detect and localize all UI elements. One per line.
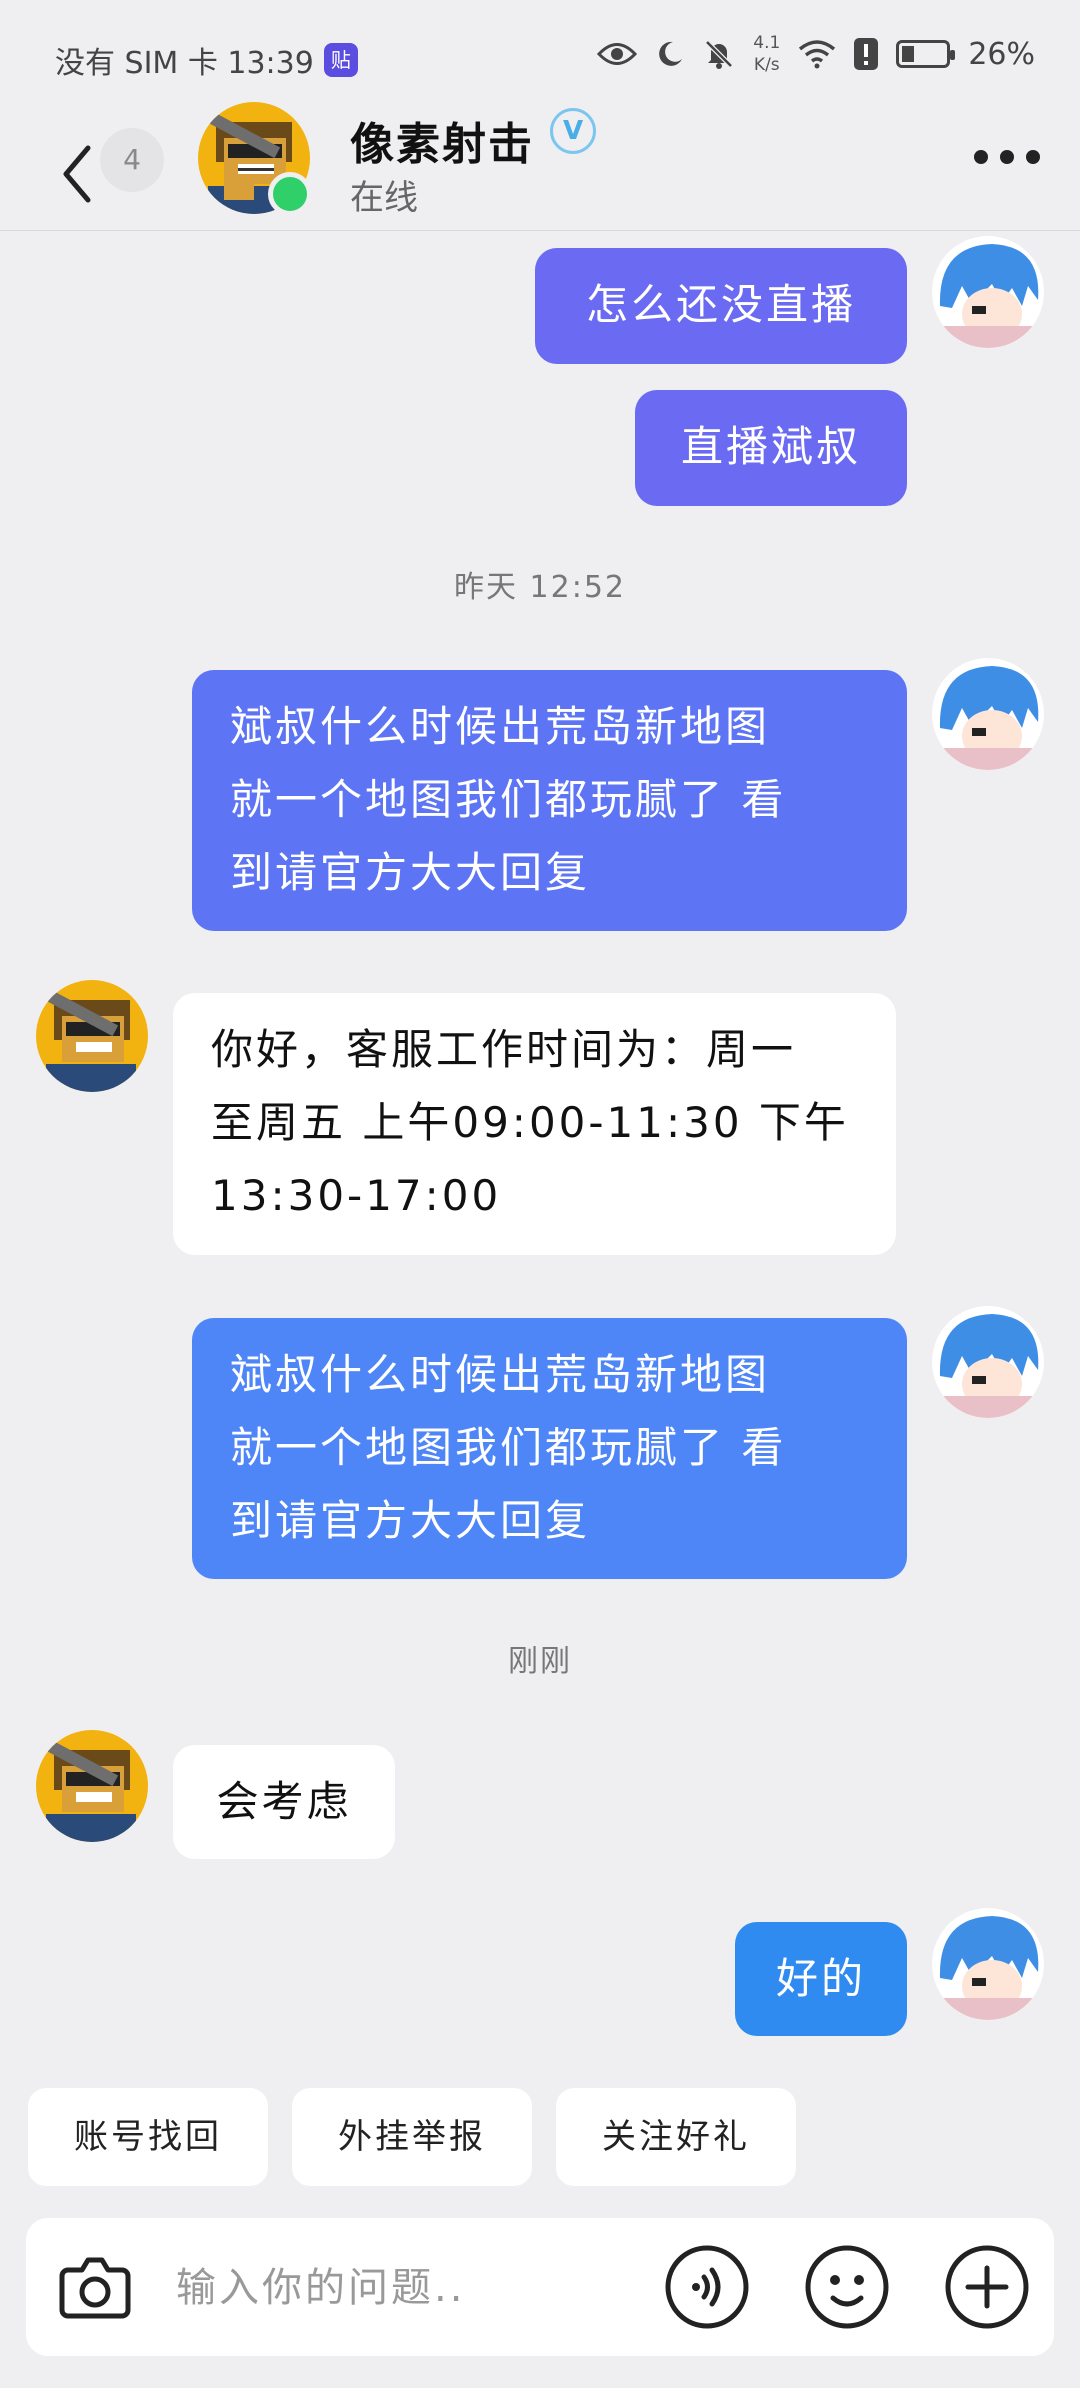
message-line: 斌叔什么时候出荒岛新地图: [230, 702, 771, 751]
message-bubble-outgoing[interactable]: 斌叔什么时候出荒岛新地图 就一个地图我们都玩腻了 看 到请官方大大回复: [192, 1318, 907, 1579]
message-line: 到请官方大大回复: [230, 1496, 591, 1545]
message-bubble-incoming[interactable]: 你好，客服工作时间为：周一 至周五 上午09:00-11:30 下午 13:30…: [173, 993, 896, 1255]
voice-input-icon[interactable]: [664, 2244, 750, 2330]
anime-girl-avatar-icon: [932, 236, 1044, 348]
timestamp: 刚刚: [508, 1644, 572, 1679]
message-line: 你好，客服工作时间为：周一: [211, 1025, 797, 1074]
message-line: 到请官方大大回复: [230, 848, 591, 897]
message-text: 直播斌叔: [680, 422, 861, 471]
status-bar: 没有 SIM 卡 13:39 贴 4.1 K/s 26%: [0, 0, 1080, 118]
notification-app-icon: 贴: [323, 43, 358, 77]
contact-message-avatar[interactable]: [36, 1730, 148, 1842]
moon-icon: [659, 41, 683, 66]
message-text: 怎么还没直播: [585, 280, 856, 329]
my-avatar[interactable]: [932, 1908, 1044, 2020]
message-line: 斌叔什么时候出荒岛新地图: [230, 1350, 771, 1399]
my-avatar[interactable]: [932, 1306, 1044, 1418]
battery-percent: 26%: [968, 36, 1035, 72]
battery-icon: [896, 40, 956, 68]
contact-name: 像素射击: [350, 119, 534, 170]
speed-unit: K/s: [753, 55, 780, 75]
more-options-icon[interactable]: [974, 150, 1040, 164]
pixel-gunner-avatar-icon: [36, 980, 148, 1092]
status-left: 没有 SIM 卡 13:39 贴: [55, 38, 358, 82]
message-line: 13:30-17:00: [211, 1171, 502, 1220]
add-plus-icon[interactable]: [944, 2244, 1030, 2330]
message-bubble-outgoing[interactable]: 好的: [735, 1922, 907, 2036]
message-input-bar: [26, 2218, 1054, 2356]
online-status-dot: [268, 172, 312, 216]
message-bubble-outgoing[interactable]: 斌叔什么时候出荒岛新地图 就一个地图我们都玩腻了 看 到请官方大大回复: [192, 670, 907, 931]
message-bubble-incoming[interactable]: 会考虑: [173, 1745, 395, 1859]
message-line: 就一个地图我们都玩腻了 看: [230, 775, 787, 824]
message-line: 就一个地图我们都玩腻了 看: [230, 1423, 787, 1472]
contact-message-avatar[interactable]: [36, 980, 148, 1092]
quick-reply-follow-gift[interactable]: 关注好礼: [556, 2088, 796, 2186]
message-text: 会考虑: [216, 1777, 352, 1826]
anime-girl-avatar-icon: [932, 658, 1044, 770]
message-bubble-outgoing[interactable]: 直播斌叔: [635, 390, 907, 506]
quick-reply-cheat-report[interactable]: 外挂举报: [292, 2088, 532, 2186]
anime-girl-avatar-icon: [932, 1306, 1044, 1418]
verified-badge-icon: V: [550, 108, 596, 154]
status-right: 4.1 K/s 26%: [597, 32, 1035, 76]
timestamp: 昨天 12:52: [454, 570, 626, 605]
message-line: 至周五 上午09:00-11:30 下午: [211, 1098, 849, 1147]
unread-count-badge[interactable]: 4: [100, 128, 164, 192]
anime-girl-avatar-icon: [932, 1908, 1044, 2020]
speed-value: 4.1: [753, 33, 781, 53]
bell-off-icon: [705, 40, 734, 69]
quick-reply-account-recovery[interactable]: 账号找回: [28, 2088, 268, 2186]
chat-header: [0, 118, 1080, 231]
back-arrow-icon[interactable]: [58, 134, 98, 214]
eye-icon: [597, 43, 638, 65]
wifi-icon: [799, 40, 836, 69]
carrier-time: 没有 SIM 卡 13:39: [55, 46, 314, 81]
network-speed: 4.1 K/s: [753, 32, 780, 76]
question-input[interactable]: [174, 2256, 658, 2320]
my-avatar[interactable]: [932, 658, 1044, 770]
emoji-icon[interactable]: [804, 2244, 890, 2330]
camera-icon[interactable]: [54, 2246, 136, 2328]
contact-status: 在线: [350, 178, 418, 218]
message-bubble-outgoing[interactable]: 怎么还没直播: [535, 248, 907, 364]
message-text: 好的: [775, 1954, 866, 2003]
pixel-gunner-avatar-icon: [36, 1730, 148, 1842]
my-avatar[interactable]: [932, 236, 1044, 348]
alert-icon: [854, 38, 879, 70]
